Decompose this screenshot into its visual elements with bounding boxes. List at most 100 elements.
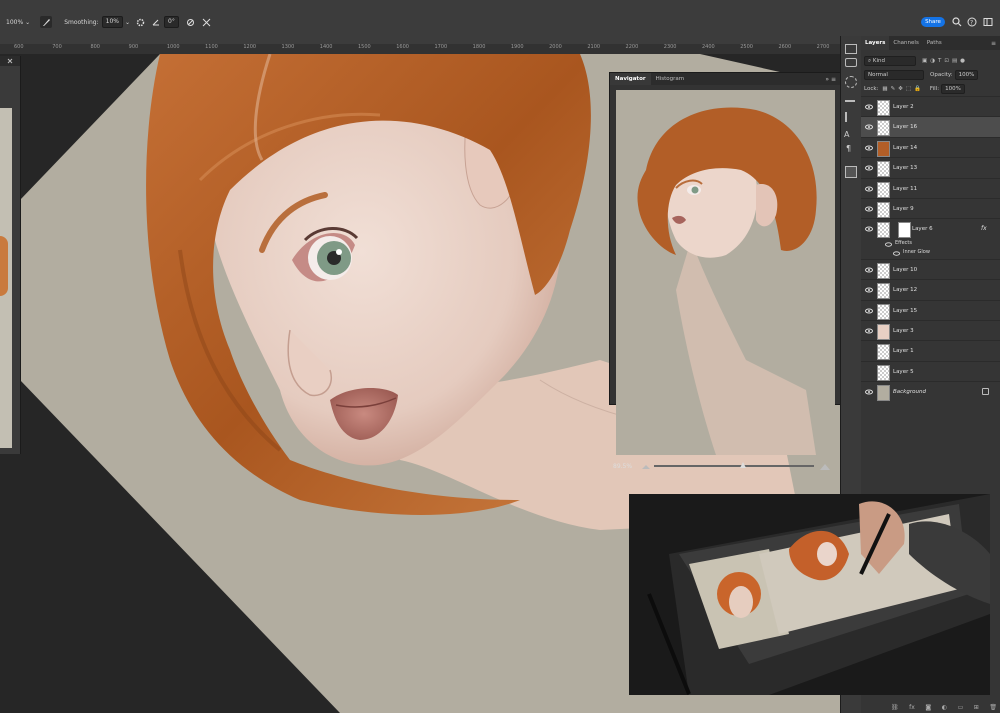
layer-name[interactable]: Layer 6 <box>912 219 933 239</box>
mask-icon[interactable]: ◙ <box>925 704 931 713</box>
layer-row[interactable]: Background <box>861 381 1000 402</box>
eye-icon[interactable] <box>865 205 873 213</box>
layer-effects-group[interactable]: Effects Inner Glow <box>861 239 1000 259</box>
lock-icons[interactable]: ▦✎✥⬚🔒 <box>882 86 923 92</box>
adjustments-icon[interactable] <box>845 76 857 88</box>
layer-name[interactable]: Layer 12 <box>893 280 917 300</box>
properties-icon[interactable] <box>845 112 857 122</box>
close-icon[interactable] <box>7 58 13 64</box>
opacity-field[interactable]: 100% <box>954 70 979 80</box>
eye-icon[interactable] <box>865 388 873 396</box>
history-icon[interactable] <box>845 44 857 54</box>
filter-kind-value: Kind <box>872 58 885 64</box>
tab-navigator[interactable]: Navigator <box>610 73 651 85</box>
layers-footer-icons[interactable]: ⛓ fx ◙ ◐ ▭ ⊞ 🗑 <box>891 704 997 713</box>
layer-name[interactable]: Layer 1 <box>893 341 914 361</box>
layer-row[interactable]: Layer 9 <box>861 198 1000 219</box>
paragraph-icon[interactable]: ¶ <box>846 144 851 153</box>
smoothing-value[interactable]: 10% <box>101 16 123 28</box>
panel-menu-icon[interactable]: » ≡ <box>825 76 836 83</box>
navigator-preview[interactable] <box>616 90 835 455</box>
layer-mask-thumbnail[interactable] <box>898 222 911 239</box>
eye-icon[interactable] <box>865 368 873 376</box>
angle-value[interactable]: 0° <box>164 16 179 28</box>
fx-badge[interactable]: fx <box>981 219 987 239</box>
zoom-slider[interactable] <box>654 462 815 468</box>
eye-icon[interactable] <box>865 123 873 131</box>
eye-icon[interactable] <box>885 241 892 250</box>
layer-row[interactable]: Layer 14 <box>861 136 1000 158</box>
layer-name[interactable]: Layer 14 <box>893 138 917 158</box>
adjustment-layer-icon[interactable]: ◐ <box>942 704 947 713</box>
brush-settings-icon[interactable] <box>40 16 53 28</box>
eye-icon[interactable] <box>865 185 873 193</box>
new-layer-icon[interactable]: ⊞ <box>974 704 979 713</box>
layer-row[interactable]: Layer 16 <box>861 116 1000 138</box>
layer-name[interactable]: Layer 3 <box>893 321 914 341</box>
symmetry-icon[interactable] <box>201 16 213 28</box>
eye-icon[interactable] <box>865 347 873 355</box>
eye-icon[interactable] <box>865 307 873 315</box>
angle-control[interactable]: 0° <box>152 15 179 29</box>
share-button[interactable]: Share <box>921 17 945 27</box>
zoom-in-icon[interactable] <box>820 463 831 470</box>
help-icon[interactable]: ? <box>966 16 978 28</box>
group-icon[interactable]: ▭ <box>958 704 964 713</box>
fx-icon[interactable]: fx <box>909 704 915 713</box>
search-icon[interactable] <box>951 16 963 28</box>
layer-row[interactable]: Layer 6 fx <box>861 218 1000 239</box>
layer-name[interactable]: Background <box>893 382 926 402</box>
layer-row[interactable]: Layer 13 <box>861 157 1000 178</box>
zoom-slider-handle[interactable] <box>740 462 747 468</box>
layer-row[interactable]: Layer 12 <box>861 279 1000 300</box>
layer-name[interactable]: Layer 16 <box>893 117 917 137</box>
character-icon[interactable]: A <box>844 130 849 139</box>
layer-row[interactable]: Layer 5 <box>861 360 1000 382</box>
swatches-icon[interactable] <box>845 166 857 178</box>
eye-icon[interactable] <box>893 250 900 259</box>
link-icon[interactable]: ⛓ <box>891 704 899 713</box>
zoom-out-icon[interactable] <box>642 463 651 469</box>
filter-kind-select[interactable]: ⌕ Kind <box>864 56 916 66</box>
tab-channels[interactable]: Channels <box>889 36 922 50</box>
gear-icon[interactable] <box>134 16 146 28</box>
eye-icon[interactable] <box>865 225 873 233</box>
eye-icon[interactable] <box>865 327 873 335</box>
tab-paths[interactable]: Paths <box>923 36 946 50</box>
eye-icon[interactable] <box>865 103 873 111</box>
layer-name[interactable]: Layer 11 <box>893 179 917 199</box>
eye-icon[interactable] <box>865 164 873 172</box>
histogram-icon[interactable] <box>845 92 855 102</box>
trash-icon[interactable]: 🗑 <box>989 704 997 713</box>
navigator-zoom-value[interactable]: 89.5% <box>613 463 632 470</box>
layer-name[interactable]: Layer 5 <box>893 362 914 382</box>
comment-icon[interactable] <box>845 58 857 67</box>
workspace-icon[interactable] <box>982 16 994 28</box>
layer-row[interactable]: Layer 2 <box>861 96 1000 117</box>
eye-icon[interactable] <box>865 286 873 294</box>
layer-row[interactable]: Layer 10 <box>861 258 1000 280</box>
eye-icon[interactable] <box>865 144 873 152</box>
layer-name[interactable]: Layer 15 <box>893 301 917 321</box>
layer-row[interactable]: Layer 15 <box>861 299 1000 321</box>
eye-icon[interactable] <box>865 266 873 274</box>
layer-name[interactable]: Layer 9 <box>893 199 914 219</box>
tab-layers[interactable]: Layers <box>861 36 890 50</box>
pressure-icon[interactable] <box>185 16 197 28</box>
layer-row[interactable]: Layer 3 <box>861 320 1000 341</box>
navigator-panel[interactable]: Navigator Histogram » ≡ 89.5% <box>609 72 841 470</box>
fill-field[interactable]: 100% <box>941 84 965 94</box>
layer-name[interactable]: Layer 2 <box>893 97 914 117</box>
blend-mode-select[interactable]: Normal <box>864 70 924 80</box>
filter-icons[interactable]: ▣◑T⊡▤● <box>922 58 968 64</box>
smoothing-control[interactable]: Smoothing: 10% ⌄ <box>64 15 130 29</box>
panel-menu-icon[interactable]: ≡ <box>991 40 996 47</box>
zoom-select[interactable]: 100% ⌄ <box>6 15 30 29</box>
layer-row[interactable]: Layer 1 <box>861 340 1000 361</box>
layer-name[interactable]: Layer 13 <box>893 158 917 178</box>
layer-row[interactable]: Layer 11 <box>861 177 1000 199</box>
tab-histogram[interactable]: Histogram <box>651 73 690 85</box>
floating-document-panel[interactable] <box>0 56 21 454</box>
layer-name[interactable]: Layer 10 <box>893 260 917 280</box>
lock-row: Lock: ▦✎✥⬚🔒 Fill: 100% <box>864 84 965 94</box>
